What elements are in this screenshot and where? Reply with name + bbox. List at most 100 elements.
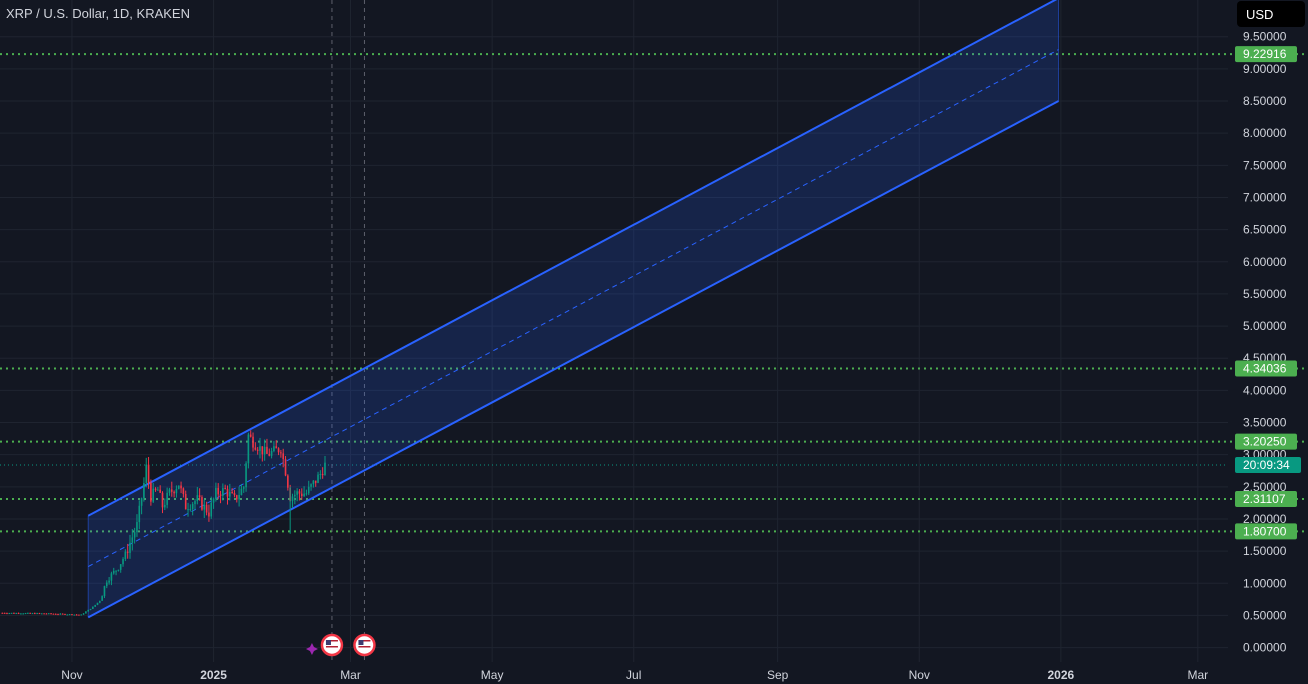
candle-body: [38, 613, 41, 615]
price-tick-label: 4.00000: [1243, 383, 1287, 397]
candle-body: [247, 434, 250, 464]
candle-body: [115, 570, 117, 572]
candle-body: [89, 608, 92, 610]
event-markers[interactable]: [305, 633, 376, 657]
candle-body: [210, 502, 213, 517]
price-tick-label: 7.50000: [1243, 158, 1287, 172]
price-tick-label: 7.00000: [1243, 190, 1287, 204]
candle-body: [254, 447, 257, 450]
price-tick-label: 5.50000: [1243, 287, 1287, 301]
price-tick-label: 8.50000: [1243, 94, 1287, 108]
flag-canton: [358, 640, 364, 645]
candle-body: [138, 505, 141, 523]
candle-body: [310, 484, 312, 487]
candle-body: [73, 614, 76, 616]
candle-body: [68, 614, 71, 616]
candle-body: [189, 508, 192, 510]
flag-stripe: [325, 649, 338, 651]
candle-body: [145, 464, 148, 483]
candle-body: [277, 448, 280, 453]
candle-body: [45, 613, 48, 615]
candle-body: [34, 613, 36, 615]
candle-body: [117, 569, 120, 571]
event-ring: [320, 633, 344, 657]
candle-body: [161, 492, 164, 508]
candle-body: [266, 446, 268, 454]
candle-body: [31, 613, 34, 615]
candle-body: [85, 611, 87, 614]
regression-channel[interactable]: [87, 0, 1060, 619]
candle-body: [298, 491, 301, 494]
candle-body: [43, 613, 45, 615]
candle-body: [112, 570, 115, 574]
candle-body: [108, 580, 110, 583]
candle-body: [66, 614, 69, 616]
candle-body: [287, 475, 289, 488]
candle-body: [184, 493, 187, 510]
candle-body: [52, 613, 55, 615]
time-axis[interactable]: Nov 2025 Mar May Jul Sep Nov 2026 Mar: [61, 668, 1208, 682]
candle-body: [170, 489, 173, 492]
candle-body: [212, 498, 215, 503]
candle-body: [222, 488, 224, 496]
candle-body: [291, 496, 294, 501]
currency-button[interactable]: USD: [1237, 1, 1305, 27]
candle-body: [27, 612, 29, 614]
candle-body: [82, 613, 85, 615]
candle-body: [231, 491, 233, 494]
candle-body: [164, 504, 166, 508]
candle-body: [224, 488, 226, 490]
candle-body: [196, 495, 199, 502]
candle-body: [242, 487, 245, 489]
price-tick-label: 1.00000: [1243, 576, 1287, 590]
candle-body: [238, 495, 240, 500]
candle-body: [208, 512, 210, 517]
time-tick-label: 2026: [1048, 668, 1075, 682]
candle-body: [205, 504, 208, 513]
candle-body: [263, 446, 266, 455]
time-tick-label: Jul: [626, 668, 641, 682]
sparkle-icon[interactable]: [305, 643, 318, 655]
candle-body: [6, 613, 8, 615]
time-tick-label: Mar: [340, 668, 361, 682]
candle-body: [177, 485, 180, 489]
price-tick-label: 3.50000: [1243, 416, 1287, 430]
candle-body: [78, 614, 80, 616]
candle-body: [182, 488, 185, 494]
channel-lower-line[interactable]: [87, 100, 1060, 619]
candle-body: [273, 446, 275, 452]
candle-body: [122, 559, 124, 565]
candle-body: [173, 491, 175, 494]
channel-center-line[interactable]: [87, 49, 1059, 567]
candle-body: [13, 612, 15, 614]
candle-body: [119, 564, 122, 570]
candle-body: [312, 480, 315, 485]
candle-body: [226, 488, 229, 497]
candle-body: [36, 613, 38, 615]
candle-body: [303, 493, 305, 497]
candle-body: [99, 600, 101, 603]
us-flag-event-icon[interactable]: [353, 633, 376, 657]
candle-body: [270, 451, 273, 456]
price-tick-label: 9.00000: [1243, 62, 1287, 76]
candle-body: [152, 488, 155, 502]
time-tick-label: Mar: [1187, 668, 1208, 682]
us-flag-event-icon[interactable]: [320, 633, 344, 657]
candle-body: [305, 493, 308, 495]
candle-body: [300, 493, 303, 497]
level-label: 9.22916: [1243, 47, 1287, 61]
price-chart[interactable]: 0.000000.500001.000001.500002.000002.500…: [0, 0, 1308, 684]
price-axis[interactable]: 0.000000.500001.000001.500002.000002.500…: [1243, 30, 1287, 655]
candle-body: [129, 542, 131, 553]
price-tick-label: 9.50000: [1243, 30, 1287, 44]
candle-body: [75, 614, 78, 616]
candle-body: [187, 509, 189, 511]
candle-body: [317, 474, 319, 483]
flag-stripe: [358, 649, 371, 651]
flag-stripe: [358, 646, 371, 648]
candle-body: [215, 487, 217, 499]
candle-body: [131, 537, 134, 543]
price-tick-label: 0.00000: [1243, 641, 1287, 655]
candle-body: [140, 498, 143, 506]
candle-body: [57, 614, 59, 616]
